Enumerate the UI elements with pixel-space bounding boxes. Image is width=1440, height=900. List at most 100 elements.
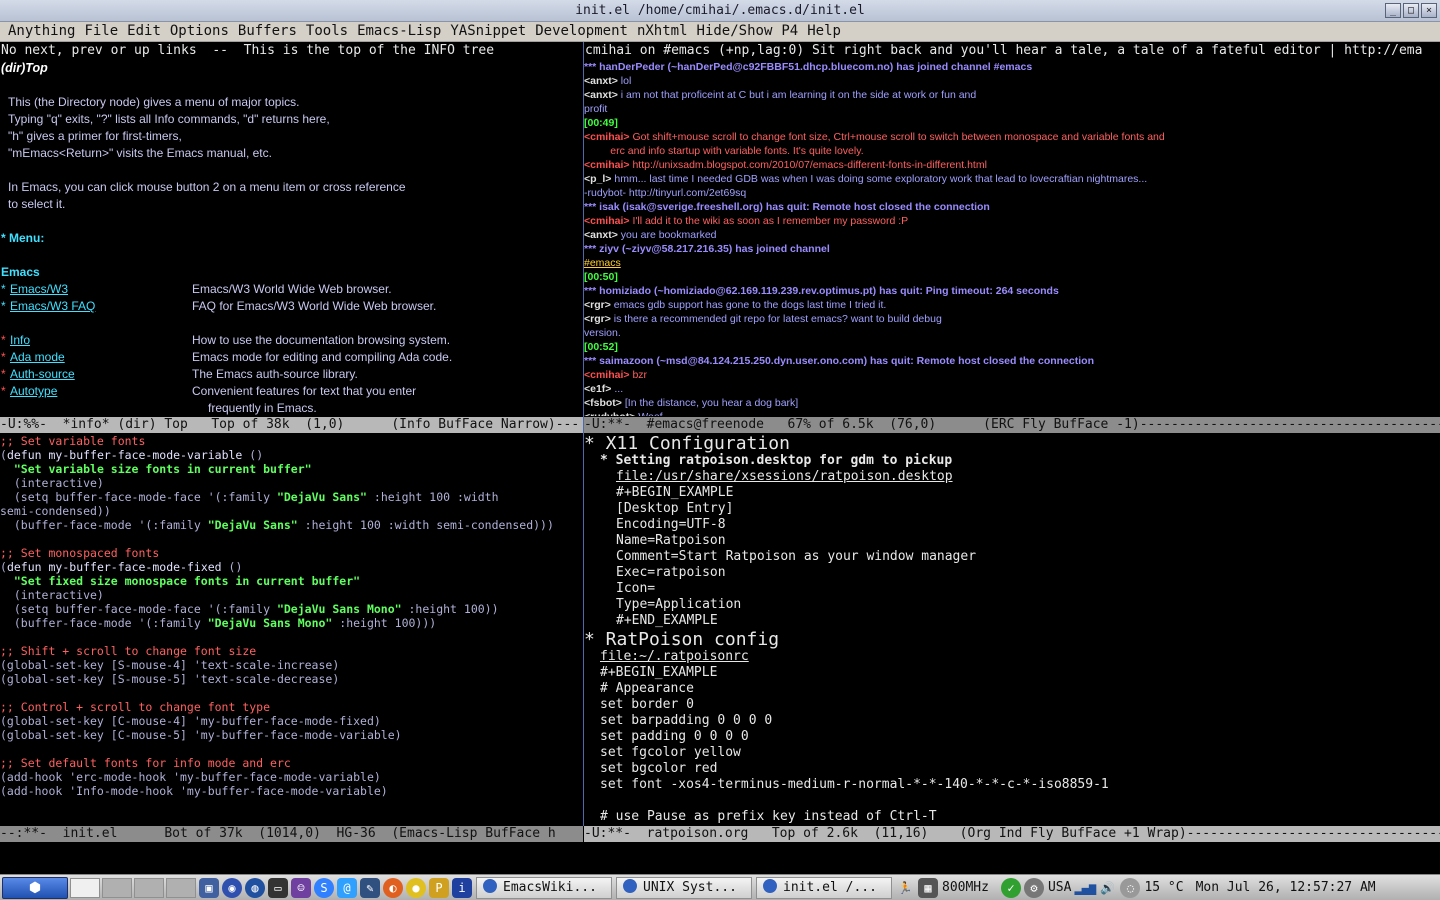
taskbar-task-button[interactable]: init.el /... xyxy=(756,876,892,899)
info-menu-bullet: * xyxy=(1,384,6,398)
taskbar-task-label: EmacsWiki... xyxy=(503,879,597,895)
browser-icon[interactable]: ◉ xyxy=(222,877,242,898)
start-menu-button[interactable]: ⬢ xyxy=(2,876,68,899)
org-modeline[interactable]: -U:**- ratpoison.org Top of 2.6k (11,16)… xyxy=(584,826,1440,842)
info-icon[interactable]: i xyxy=(452,877,472,898)
erc-nick[interactable]: <anxt> xyxy=(584,229,618,241)
maximize-icon[interactable]: □ xyxy=(1403,3,1419,18)
erc-nick[interactable]: <cmihai> xyxy=(584,159,630,171)
network-icon[interactable]: ◍ xyxy=(245,877,265,898)
info-menu-item-link[interactable]: Emacs/W3 FAQ xyxy=(10,299,95,313)
info-menu-bullet: * xyxy=(1,282,6,296)
keyboard-layout[interactable]: USA xyxy=(1048,880,1071,895)
erc-message: <cmihai> http://unixsadm.blogspot.com/20… xyxy=(584,159,987,171)
erc-window[interactable]: cmihai on #emacs (+np,lag:0) Sit right b… xyxy=(584,42,1440,416)
info-menu-item-link[interactable]: Info xyxy=(10,333,30,347)
elisp-token: (global-set-key [S-mouse-5] 'text-scale-… xyxy=(0,672,340,686)
erc-modeline[interactable]: -U:**- #emacs@freenode 67% of 6.5k (76,0… xyxy=(584,417,1440,433)
gear-icon[interactable]: ⚙ xyxy=(1023,877,1044,898)
elisp-code-line: (buffer-face-mode '(:family "DejaVu Sans… xyxy=(0,518,554,532)
workspace-1[interactable] xyxy=(70,877,100,898)
info-menu-item-desc: FAQ for Emacs/W3 World Wide Web browser. xyxy=(192,299,437,313)
org-line: set font -xos4-terminus-medium-r-normal-… xyxy=(600,777,1109,792)
workspace-3[interactable] xyxy=(134,877,164,898)
menu-item-hide-show[interactable]: Hide/Show xyxy=(693,22,778,41)
info-menu-item-link[interactable]: Auth-source xyxy=(10,367,75,381)
workspace-4[interactable] xyxy=(166,877,196,898)
erc-nick[interactable]: <p_l> xyxy=(584,173,611,185)
menu-item-development[interactable]: Development xyxy=(531,22,633,41)
menu-item-edit[interactable]: Edit xyxy=(123,22,166,41)
org-link[interactable]: file:~/.ratpoisonrc xyxy=(600,649,749,664)
info-intro-line: "mEmacs<Return>" visits the Emacs manual… xyxy=(8,146,272,160)
erc-nick[interactable]: <cmihai> xyxy=(584,131,630,143)
terminal-icon[interactable]: ▭ xyxy=(268,877,288,898)
menu-item-file[interactable]: File xyxy=(80,22,123,41)
erc-message: <rgr> is there a recommended git repo fo… xyxy=(584,313,942,325)
erc-nick[interactable]: <cmihai> xyxy=(584,369,630,381)
menu-item-options[interactable]: Options xyxy=(166,22,234,41)
menu-item-nxhtml[interactable]: nXhtml xyxy=(633,22,693,41)
info-menu-bullet: * xyxy=(1,350,6,364)
info-menu-item-link[interactable]: Emacs/W3 xyxy=(10,282,68,296)
erc-message-text[interactable]: #emacs xyxy=(584,257,621,269)
org-line: set padding 0 0 0 0 xyxy=(600,729,749,744)
info-window[interactable]: No next, prev or up links -- This is the… xyxy=(0,42,583,416)
signal-icon: ▂▄▆ xyxy=(1074,880,1097,895)
erc-message-text: version. xyxy=(584,327,621,339)
window-titlebar[interactable]: init.el /home/cmihai/.emacs.d/init.el _ … xyxy=(0,0,1440,22)
erc-nick[interactable]: <e1f> xyxy=(584,383,611,395)
show-desktop-icon[interactable]: ▣ xyxy=(199,877,219,898)
elisp-modeline[interactable]: --:**- init.el Bot of 37k (1014,0) HG-36… xyxy=(0,826,583,842)
minimize-icon[interactable]: _ xyxy=(1385,3,1401,18)
info-modeline[interactable]: -U:%%- *info* (dir) Top Top of 38k (1,0)… xyxy=(0,417,583,433)
info-menu-item-link[interactable]: Ada mode xyxy=(10,350,65,364)
org-window[interactable]: * X11 Configuration * Setting ratpoison.d… xyxy=(584,433,1440,826)
erc-nick[interactable]: <rgr> xyxy=(584,299,611,311)
erc-nick[interactable]: <rgr> xyxy=(584,313,611,325)
elisp-code-line: (interactive) xyxy=(0,588,104,602)
volume-icon[interactable]: 🔊 xyxy=(1097,878,1117,898)
erc-nick[interactable]: <anxt> xyxy=(584,89,618,101)
menu-item-tools[interactable]: Tools xyxy=(302,22,353,41)
menu-item-anything[interactable]: Anything xyxy=(4,22,80,41)
menu-item-yasnippet[interactable]: YASnippet xyxy=(446,22,531,41)
info-item-continuation: frequently in Emacs. xyxy=(208,401,317,415)
p4-icon[interactable]: P xyxy=(429,877,449,898)
clock[interactable]: Mon Jul 26, 12:57:27 AM xyxy=(1196,880,1376,895)
erc-message-text: emacs gdb support has gone to the dogs l… xyxy=(610,299,887,311)
elisp-code-line: (defun my-buffer-face-mode-fixed () xyxy=(0,560,242,574)
taskbar-task-button[interactable]: EmacsWiki... xyxy=(476,876,612,899)
taskbar-task-label: UNIX Syst... xyxy=(643,879,737,895)
erc-nick[interactable]: <rudybot> xyxy=(584,411,635,416)
org-heading[interactable]: * Setting ratpoison.desktop for gdm to p… xyxy=(600,453,952,468)
erc-nick[interactable]: <cmihai> xyxy=(584,215,630,227)
erc-nick[interactable]: <fsbot> xyxy=(584,397,622,409)
menu-item-emacs-lisp[interactable]: Emacs-Lisp xyxy=(353,22,446,41)
menu-item-p4[interactable]: P4 xyxy=(777,22,803,41)
firefox-icon[interactable]: ◐ xyxy=(383,877,403,898)
info-menu-item-link[interactable]: Autotype xyxy=(10,384,57,398)
erc-message: <rgr> emacs gdb support has gone to the … xyxy=(584,299,886,311)
menu-item-buffers[interactable]: Buffers xyxy=(234,22,302,41)
org-line: set fgcolor yellow xyxy=(600,745,741,760)
settings-icon[interactable]: ✎ xyxy=(360,877,380,898)
elisp-code-line: "Set variable size fonts in current buff… xyxy=(0,462,312,476)
elisp-token: ;; Set default fonts for info mode and e… xyxy=(0,756,291,770)
close-icon[interactable]: × xyxy=(1421,3,1437,18)
erc-message: <cmihai> Got shift+mouse scroll to chang… xyxy=(584,131,1165,143)
org-heading[interactable]: * X11 Configuration xyxy=(584,433,790,454)
elisp-window[interactable]: ;; Set variable fonts (defun my-buffer-fa… xyxy=(0,433,583,826)
mail-icon[interactable]: @ xyxy=(337,877,357,898)
menu-item-help[interactable]: Help xyxy=(803,22,846,41)
erc-nick[interactable]: <anxt> xyxy=(584,75,618,87)
skype-icon[interactable]: S xyxy=(314,877,334,898)
elisp-token: (setq buffer-face-mode-face '(:family xyxy=(0,490,277,504)
chat-icon[interactable]: ☺ xyxy=(291,877,311,898)
ball-icon[interactable]: ● xyxy=(406,877,426,898)
org-link[interactable]: file:/usr/share/xsessions/ratpoison.desk… xyxy=(616,469,953,484)
taskbar-task-button[interactable]: UNIX Syst... xyxy=(616,876,752,899)
org-heading[interactable]: * RatPoison config xyxy=(584,629,779,650)
info-menu-item-desc: Convenient features for text that you en… xyxy=(192,384,417,398)
workspace-2[interactable] xyxy=(102,877,132,898)
